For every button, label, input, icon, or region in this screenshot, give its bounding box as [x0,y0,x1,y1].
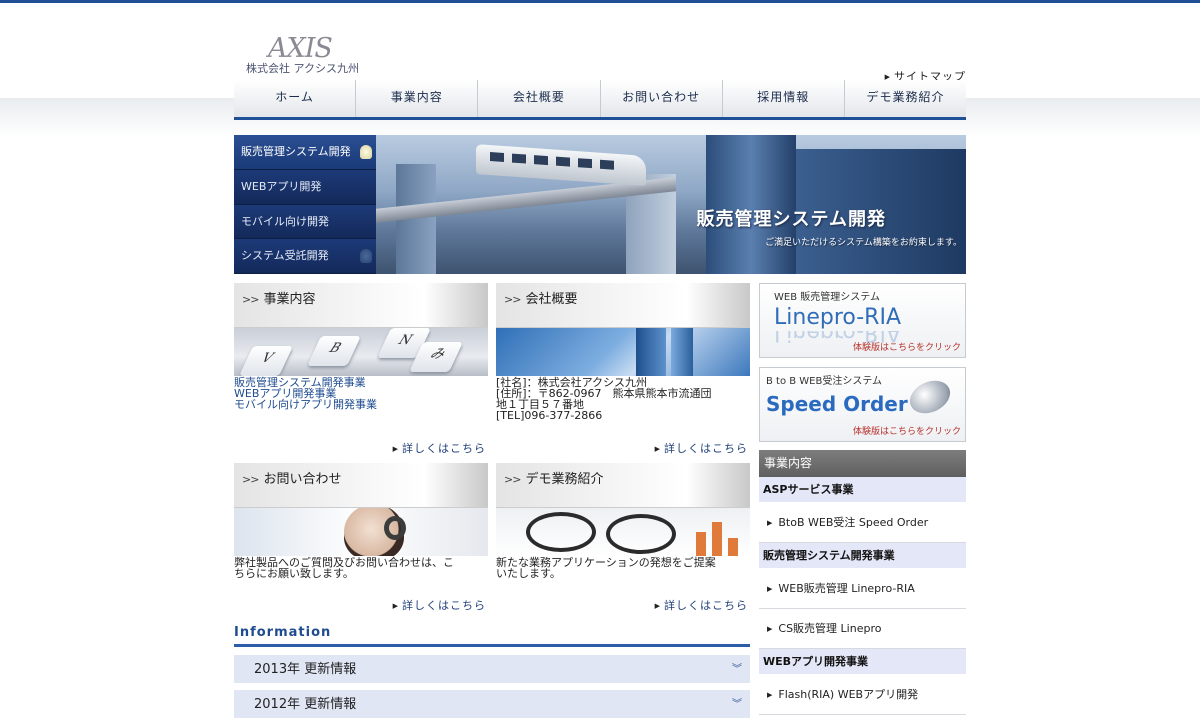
arrow-right-icon: ▶ [392,445,399,453]
panel-body: [社名]：株式会社アクシス九州 [住所]：〒862-0967 熊本県熊本市流通団… [496,376,750,421]
nav-business[interactable]: 事業内容 [356,80,479,117]
panel-contact: >> お問い合わせ 弊社製品へのご質問及びお問い合わせは、こ ちらにお願い致します… [234,463,488,618]
lightbulb-icon [360,145,372,159]
sidebar-category: 販売管理システム開発事業 [759,543,966,569]
main-nav: ホーム 事業内容 会社概要 お問い合わせ 採用情報 デモ業務紹介 [234,80,966,120]
train-shape [476,144,646,186]
hero-menu-item-web-app[interactable]: WEBアプリ開発 [234,169,376,205]
panel-body: 弊社製品へのご質問及びお問い合わせは、こ ちらにお願い致します。 [234,556,454,580]
arrow-right-icon: ▶ [767,625,773,633]
more-link[interactable]: ▶ 詳しくはこちら [393,440,486,456]
panel-heading: >> お問い合わせ [234,463,488,508]
panel-heading: >> 事業内容 [234,283,488,328]
nav-home[interactable]: ホーム [234,80,357,117]
double-chevron-icon: >> [504,293,521,306]
hero-menu-item-mobile[interactable]: モバイル向け開発 [234,204,376,240]
sidebar: WEB 販売管理システム Linepro-RIA Linepro-RIA 体験版… [759,283,966,715]
operator-image [234,508,488,556]
panel-body: 新たな業務アプリケーションの発想をご提案 いたします。 [496,556,716,580]
more-link[interactable]: ▶ 詳しくはこちら [655,597,748,613]
arrow-right-icon: ▶ [392,602,399,610]
double-chevron-icon: >> [242,293,259,306]
banner-speed-order[interactable]: B to B WEB受注システム Speed Order 体験版はこちらをクリッ… [759,367,966,442]
double-chevron-icon: >> [242,473,259,486]
hero-menu-item-sales-system[interactable]: 販売管理システム開発 [234,135,376,170]
info-row-2013[interactable]: 2013年 更新情報 ︾ [234,654,750,683]
panel-company: >> 会社概要 [社名]：株式会社アクシス九州 [住所]：〒862-0967 熊本… [496,283,750,458]
nav-company[interactable]: 会社概要 [478,80,601,117]
double-chevron-down-icon: ︾ [732,664,742,675]
logo-company-name: 株式会社 アクシス九州 [246,62,359,75]
panel-body: 販売管理システム開発事業 WEBアプリ開発事業 モバイル向けアプリ開発事業 [234,376,488,410]
sidebar-link-linepro-ria[interactable]: ▶ WEB販売管理 Linepro-RIA [759,569,966,609]
company-tel-line: [TEL]096-377-2866 [496,409,603,422]
sidebar-link-speed-order[interactable]: ▶ BtoB WEB受注 Speed Order [759,503,966,543]
page: AXIS 株式会社 アクシス九州 ▶ サイトマップ ホーム 事業内容 会社概要 お… [234,0,966,718]
arrow-right-icon: ▶ [767,519,773,527]
building-image [496,328,750,376]
logo-mark: AXIS [268,33,333,64]
info-row-2012[interactable]: 2012年 更新情報 ︾ [234,689,750,718]
double-chevron-icon: >> [504,473,521,486]
panel-heading: >> 会社概要 [496,283,750,328]
logo[interactable]: AXIS 株式会社 アクシス九州 [246,33,386,76]
information-heading: Information [234,625,750,647]
sidebar-heading: 事業内容 [759,450,966,477]
nav-demo[interactable]: デモ業務紹介 [845,80,966,117]
arrow-right-icon: ▶ [654,445,661,453]
double-chevron-down-icon: ︾ [732,699,742,710]
sidebar-category: ASPサービス事業 [759,477,966,503]
hero-caption: ご満足いただけるシステム構築をお約束します。 [765,238,962,248]
hero: 販売管理システム開発 WEBアプリ開発 モバイル向け開発 システム受託開発 販売… [234,135,966,274]
sidebar-link-linepro[interactable]: ▶ CS販売管理 Linepro [759,609,966,649]
glasses-chart-image [496,508,750,556]
link-mobile-app-business[interactable]: モバイル向けアプリ開発事業 [234,399,488,410]
lightbulb-icon [360,249,372,264]
arrow-right-icon: ▶ [767,691,773,699]
arrow-right-icon: ▶ [767,585,773,593]
panel-heading: >> デモ業務紹介 [496,463,750,508]
hero-title: 販売管理システム開発 [696,209,886,230]
sidebar-link-flash-ria[interactable]: ▶ Flash(RIA) WEBアプリ開発 [759,675,966,715]
sidebar-category: WEBアプリ開発事業 [759,649,966,675]
banner-product-name: Linepro-RIA [774,305,902,330]
more-link[interactable]: ▶ 詳しくはこちら [393,597,486,613]
panel-business: >> 事業内容 V B N み 販売管理システム開発事業 WEBアプリ開発事業 モ… [234,283,488,458]
hero-image: 販売管理システム開発 ご満足いただけるシステム構築をお約束します。 [376,135,966,274]
more-link[interactable]: ▶ 詳しくはこちら [655,440,748,456]
keyboard-image: V B N み [234,328,488,376]
nav-recruit[interactable]: 採用情報 [723,80,845,117]
arrow-right-icon: ▶ [654,602,661,610]
nav-contact[interactable]: お問い合わせ [601,80,723,117]
hero-menu-item-contract-dev[interactable]: システム受託開発 [234,239,376,274]
panel-demo: >> デモ業務紹介 新たな業務アプリケーションの発想をご提案 いたします。 ▶ 詳し… [496,463,750,618]
banner-linepro-ria[interactable]: WEB 販売管理システム Linepro-RIA Linepro-RIA 体験版… [759,283,966,358]
hero-menu: 販売管理システム開発 WEBアプリ開発 モバイル向け開発 システム受託開発 [234,135,376,274]
